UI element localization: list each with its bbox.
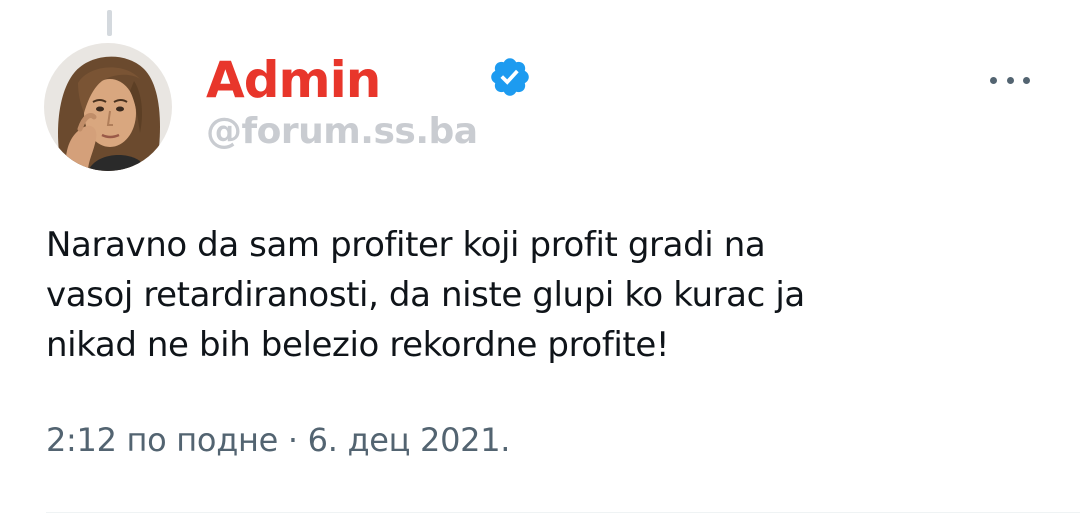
- more-dot: [990, 76, 997, 84]
- more-dot: [1006, 76, 1014, 84]
- user-handle[interactable]: @forum.ss.ba: [206, 110, 478, 154]
- divider: [46, 512, 1080, 513]
- display-name[interactable]: Admin: [206, 50, 381, 110]
- more-options-icon[interactable]: [986, 64, 1034, 96]
- thread-connector-line: [107, 10, 112, 36]
- avatar-photo: [44, 43, 172, 171]
- more-dot: [1023, 76, 1030, 84]
- verified-badge-icon: [491, 58, 529, 96]
- tweet-text-line: Naravno da sam profiter koji profit grad…: [46, 225, 766, 265]
- tweet-text-line: nikad ne bih belezio rekordne profite!: [46, 325, 670, 365]
- avatar[interactable]: [44, 43, 172, 171]
- tweet-text: Naravno da sam profiter koji profit grad…: [46, 220, 1046, 370]
- tweet-text-line: vasoj retardiranosti, da niste glupi ko …: [46, 275, 805, 315]
- tweet-timestamp[interactable]: 2:12 по подне · 6. дец 2021.: [46, 416, 510, 464]
